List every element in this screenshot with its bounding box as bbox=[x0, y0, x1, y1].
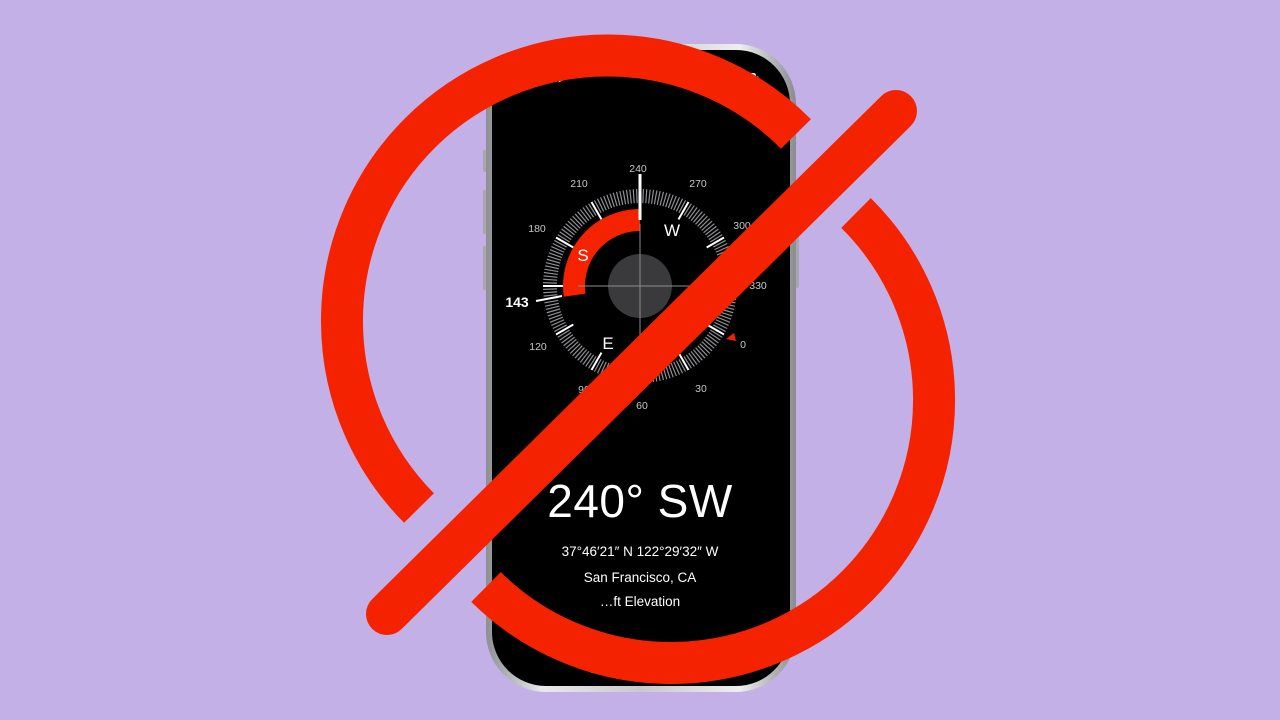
prohibition-slash bbox=[366, 90, 917, 635]
prohibition-sign bbox=[321, 34, 955, 684]
